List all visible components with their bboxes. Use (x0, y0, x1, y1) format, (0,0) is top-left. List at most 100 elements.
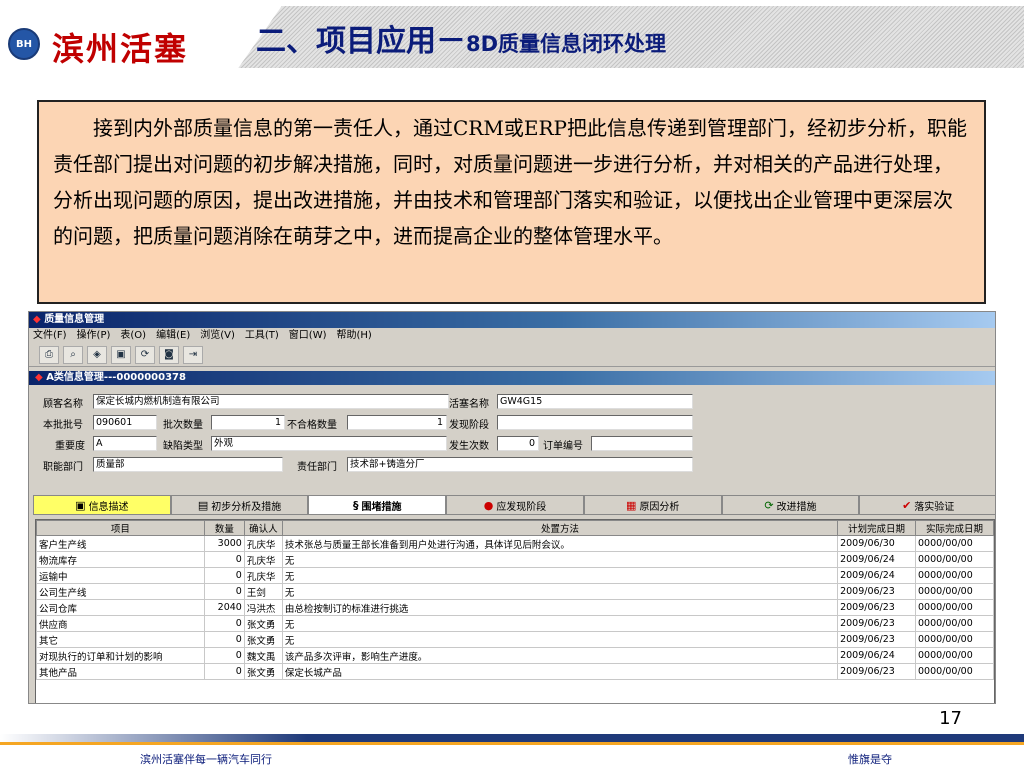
resp-dept-field[interactable]: 技术部+铸造分厂 (347, 457, 693, 472)
table-cell[interactable]: 张文勇 (243, 663, 283, 680)
column-header[interactable]: 确认人 (243, 520, 283, 536)
table-cell[interactable]: 2009/06/24 (837, 551, 917, 568)
table-row[interactable]: 其他产品 0 张文勇 保定长城产品 2009/06/23 0000/00/00 (36, 663, 994, 680)
table-cell[interactable]: 无 (281, 615, 839, 632)
disk-icon[interactable]: ◙ (159, 346, 179, 364)
column-header[interactable]: 项目 (36, 520, 205, 536)
table-cell[interactable]: 0000/00/00 (915, 615, 994, 632)
table-cell[interactable]: 运输中 (36, 567, 205, 584)
tab-verification[interactable]: ✔ 落实验证 (859, 495, 995, 515)
table-cell[interactable]: 0 (203, 647, 245, 664)
table-cell[interactable]: 由总检按制订的标准进行挑选 (281, 599, 839, 616)
table-row[interactable]: 公司仓库 2040 冯洪杰 由总检按制订的标准进行挑选 2009/06/23 0000/0… (36, 599, 994, 616)
table-cell[interactable]: 2009/06/23 (837, 631, 917, 648)
print-icon[interactable]: ⎙ (39, 346, 59, 364)
table-cell[interactable]: 公司仓库 (36, 599, 205, 616)
table-row[interactable]: 客户生产线 3000 孔庆华 技术张总与质量王部长准备到用户处进行沟通，具体详见后附会… (36, 535, 994, 552)
table-cell[interactable]: 0 (203, 567, 245, 584)
refresh-icon[interactable]: ⟳ (135, 346, 155, 364)
table-cell[interactable]: 0 (203, 615, 245, 632)
piston-field[interactable]: GW4G15 (497, 394, 693, 409)
table-row[interactable]: 供应商 0 张文勇无 2009/06/23 0000/00/00 (36, 615, 994, 632)
customer-field[interactable]: 保定长城内燃机制造有限公司 (93, 394, 449, 409)
table-cell[interactable]: 孔庆华 (243, 535, 283, 552)
table-cell[interactable]: 0000/00/00 (915, 647, 994, 664)
table-cell[interactable]: 0000/00/00 (915, 551, 994, 568)
table-cell[interactable]: 0 (203, 631, 245, 648)
table-cell[interactable]: 魏文禹 (243, 647, 283, 664)
table-cell[interactable]: 对现执行的订单和计划的影响 (36, 647, 205, 664)
preview-icon[interactable]: ⌕ (63, 346, 83, 364)
table-row[interactable]: 运输中 0 孔庆华无 2009/06/24 0000/00/00 (36, 567, 994, 584)
menu-edit[interactable]: 编辑(E) (156, 328, 190, 344)
table-cell[interactable]: 2009/06/24 (837, 647, 917, 664)
table-row[interactable]: 公司生产线 0 王剑无 2009/06/23 0000/00/00 (36, 583, 994, 600)
dept-field[interactable]: 质量部 (93, 457, 283, 472)
table-cell[interactable]: 孔庆华 (243, 567, 283, 584)
menu-view[interactable]: 浏览(V) (200, 328, 235, 344)
batch-no-field[interactable]: 090601 (93, 415, 157, 430)
menu-file[interactable]: 文件(F) (33, 328, 67, 344)
nonconform-field[interactable]: 1 (347, 415, 447, 430)
table-cell[interactable]: 无 (281, 551, 839, 568)
table-cell[interactable]: 2009/06/23 (837, 583, 917, 600)
order-no-field[interactable] (591, 436, 693, 451)
save-icon[interactable]: ▣ (111, 346, 131, 364)
occur-count-field[interactable]: 0 (497, 436, 539, 451)
table-cell[interactable]: 2009/06/30 (837, 535, 917, 552)
column-header[interactable]: 处置方法 (281, 520, 839, 536)
table-cell[interactable]: 0000/00/00 (915, 583, 994, 600)
table-row[interactable]: 物流库存 0 孔庆华无 2009/06/24 0000/00/00 (36, 551, 994, 568)
column-header[interactable]: 实际完成日期 (915, 520, 994, 536)
table-cell[interactable]: 0 (203, 663, 245, 680)
table-cell[interactable]: 其它 (36, 631, 205, 648)
table-cell[interactable]: 张文勇 (243, 615, 283, 632)
table-cell[interactable]: 2040 (203, 599, 245, 616)
table-cell[interactable]: 冯洪杰 (243, 599, 283, 616)
menu-operate[interactable]: 操作(P) (77, 328, 111, 344)
table-cell[interactable]: 0 (203, 551, 245, 568)
tab-detection-stage[interactable]: ● 应发现阶段 (446, 495, 584, 515)
severity-field[interactable]: A (93, 436, 157, 451)
tab-initial-analysis[interactable]: ▤ 初步分析及措施 (170, 495, 309, 515)
table-cell[interactable]: 孔庆华 (243, 551, 283, 568)
table-cell[interactable]: 2009/06/23 (837, 663, 917, 680)
table-cell[interactable]: 3000 (203, 535, 245, 552)
column-header[interactable]: 数量 (203, 520, 245, 536)
menu-window[interactable]: 窗口(W) (289, 328, 327, 344)
batch-qty-field[interactable]: 1 (211, 415, 285, 430)
menu-tools[interactable]: 工具(T) (245, 328, 279, 344)
tab-info-description[interactable]: ▣ 信息描述 (33, 495, 171, 515)
tab-containment[interactable]: § 围堵措施 (308, 495, 447, 515)
table-cell[interactable]: 其他产品 (36, 663, 205, 680)
tab-root-cause[interactable]: ▦ 原因分析 (583, 495, 722, 515)
table-cell[interactable]: 0 (203, 583, 245, 600)
table-cell[interactable]: 2009/06/24 (837, 567, 917, 584)
table-cell[interactable]: 技术张总与质量王部长准备到用户处进行沟通，具体详见后附会议。 (281, 535, 839, 552)
table-cell[interactable]: 无 (281, 567, 839, 584)
menu-help[interactable]: 帮助(H) (337, 328, 372, 344)
exit-icon[interactable]: ⇥ (183, 346, 203, 364)
table-cell[interactable]: 无 (281, 583, 839, 600)
table-cell[interactable]: 0000/00/00 (915, 663, 994, 680)
table-cell[interactable]: 0000/00/00 (915, 599, 994, 616)
table-cell[interactable]: 客户生产线 (36, 535, 205, 552)
menu-table[interactable]: 表(O) (120, 328, 146, 344)
table-row[interactable]: 对现执行的订单和计划的影响 0 魏文禹 该产品多次评审，影响生产进度。 2009/06/… (36, 647, 994, 664)
table-cell[interactable]: 无 (281, 631, 839, 648)
column-header[interactable]: 计划完成日期 (837, 520, 917, 536)
table-cell[interactable]: 2009/06/23 (837, 599, 917, 616)
table-cell[interactable]: 0000/00/00 (915, 535, 994, 552)
table-cell[interactable]: 该产品多次评审，影响生产进度。 (281, 647, 839, 664)
table-cell[interactable]: 保定长城产品 (281, 663, 839, 680)
table-cell[interactable]: 王剑 (243, 583, 283, 600)
table-cell[interactable]: 公司生产线 (36, 583, 205, 600)
tab-improvement[interactable]: ⟳ 改进措施 (721, 495, 860, 515)
table-cell[interactable]: 0000/00/00 (915, 631, 994, 648)
defect-type-field[interactable]: 外观 (211, 436, 447, 451)
table-cell[interactable]: 供应商 (36, 615, 205, 632)
table-cell[interactable]: 物流库存 (36, 551, 205, 568)
stamp-icon[interactable]: ◈ (87, 346, 107, 364)
table-cell[interactable]: 张文勇 (243, 631, 283, 648)
found-stage-field[interactable] (497, 415, 693, 430)
